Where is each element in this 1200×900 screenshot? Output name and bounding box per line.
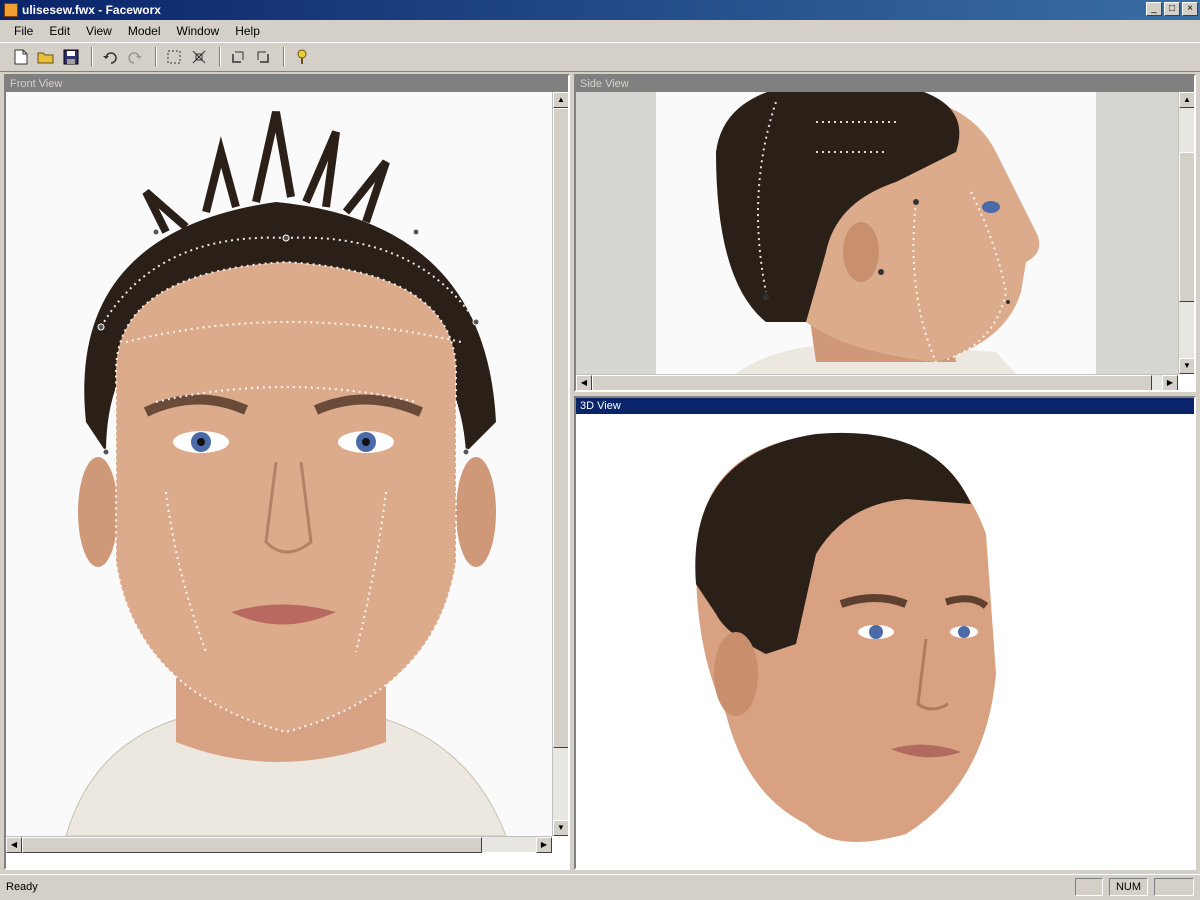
side-view-canvas[interactable] — [576, 80, 1178, 374]
status-panel-empty — [1074, 877, 1103, 896]
menu-help[interactable]: Help — [227, 24, 268, 38]
3d-view-title: 3D View — [576, 398, 1194, 414]
toolbar-separator — [91, 47, 93, 67]
toolbar-separator — [219, 47, 221, 67]
status-panel-empty — [1154, 877, 1194, 896]
rotate-left-icon[interactable] — [227, 46, 249, 68]
toolbar-separator — [155, 47, 157, 67]
rotate-right-icon[interactable] — [252, 46, 274, 68]
scroll-right-button[interactable]: ▶ — [1162, 375, 1178, 390]
side-view-vertical-scrollbar[interactable]: ▲ ▼ — [1178, 92, 1194, 374]
3d-view-pane: 3D View — [574, 396, 1196, 870]
scroll-thumb[interactable] — [1179, 152, 1194, 302]
side-view-pane: Side View ▲ ▼ ◀ ▶ — [574, 74, 1196, 392]
undo-icon[interactable] — [99, 46, 121, 68]
scroll-thumb[interactable] — [22, 837, 482, 853]
side-view-horizontal-scrollbar[interactable]: ◀ ▶ — [576, 374, 1178, 390]
menu-bar: File Edit View Model Window Help — [0, 21, 1200, 41]
new-file-icon[interactable] — [10, 46, 32, 68]
fit-icon[interactable] — [188, 46, 210, 68]
side-view-title: Side View — [576, 76, 1194, 92]
menu-edit[interactable]: Edit — [41, 24, 78, 38]
front-view-pane: Front View ▲ ▼ ◀ ▶ — [4, 74, 570, 870]
toolbar — [0, 42, 1200, 72]
front-view-canvas[interactable] — [6, 92, 552, 837]
scroll-down-button[interactable]: ▼ — [553, 820, 568, 836]
status-text: Ready — [6, 880, 38, 893]
front-view-vertical-scrollbar[interactable]: ▲ ▼ — [552, 92, 568, 836]
scroll-right-button[interactable]: ▶ — [536, 837, 552, 853]
menu-file[interactable]: File — [6, 24, 41, 38]
window-title: ulisesew.fwx - Faceworx — [22, 3, 161, 17]
scroll-thumb[interactable] — [592, 375, 1152, 390]
status-bar: Ready NUM — [0, 874, 1200, 898]
menu-model[interactable]: Model — [120, 24, 169, 38]
menu-view[interactable]: View — [78, 24, 120, 38]
3d-view-canvas[interactable] — [576, 414, 1194, 868]
scroll-left-button[interactable]: ◀ — [576, 375, 592, 390]
scroll-left-button[interactable]: ◀ — [6, 837, 22, 853]
help-icon[interactable] — [291, 46, 313, 68]
toolbar-separator — [283, 47, 285, 67]
save-icon[interactable] — [60, 46, 82, 68]
select-icon[interactable] — [163, 46, 185, 68]
scroll-up-button[interactable]: ▲ — [553, 92, 568, 108]
redo-icon[interactable] — [124, 46, 146, 68]
scroll-down-button[interactable]: ▼ — [1179, 358, 1194, 374]
open-folder-icon[interactable] — [35, 46, 57, 68]
close-button[interactable]: × — [1182, 2, 1198, 16]
minimize-button[interactable]: _ — [1146, 2, 1162, 16]
front-view-title: Front View — [6, 76, 568, 92]
scroll-up-button[interactable]: ▲ — [1179, 92, 1194, 108]
scroll-thumb[interactable] — [553, 108, 568, 748]
front-view-horizontal-scrollbar[interactable]: ◀ ▶ — [6, 836, 552, 853]
title-bar: ulisesew.fwx - Faceworx _ □ × — [0, 0, 1200, 20]
app-icon — [4, 3, 18, 17]
menu-window[interactable]: Window — [169, 24, 228, 38]
maximize-button[interactable]: □ — [1164, 2, 1180, 16]
num-lock-indicator: NUM — [1108, 877, 1148, 896]
